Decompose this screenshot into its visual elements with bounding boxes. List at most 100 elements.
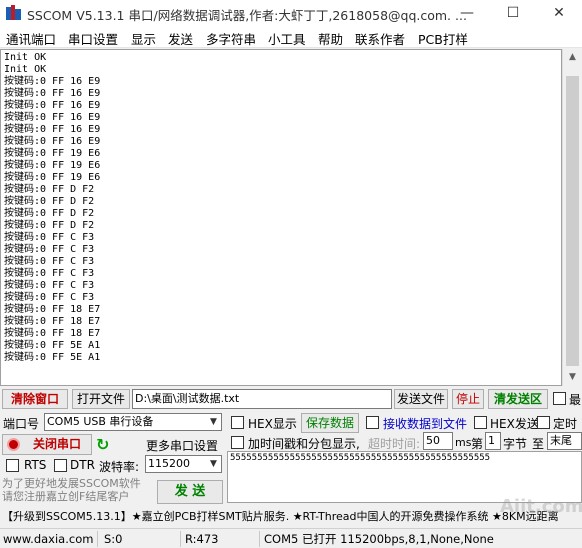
baud-value: 115200 <box>148 457 190 470</box>
menu-serial-settings[interactable]: 串口设置 <box>68 29 118 48</box>
timed-send-checkbox[interactable] <box>537 416 550 429</box>
maximize-button[interactable]: ☐ <box>490 0 536 26</box>
console-line: 按键码:0 FF 18 E7 <box>4 316 101 327</box>
timed-send-label: 定时 <box>553 417 578 431</box>
byte-label: 字节 <box>503 437 528 451</box>
console-text: Init OK Init OK 按键码:0 FF 16 E9 按键码:0 FF 16 … <box>4 52 100 364</box>
hex-send-label: HEX发送 <box>490 417 539 431</box>
menu-pcb[interactable]: PCB打样 <box>418 29 468 48</box>
rts-label: RTS <box>24 458 47 472</box>
chevron-down-icon: ▼ <box>210 459 217 469</box>
console-line: 按键码:0 FF 16 E9 <box>4 112 101 123</box>
hex-display-label: HEX显示 <box>248 417 297 431</box>
promo-bar-text: 【升级到SSCOM5.13.1】★嘉立创PCB打样SMT贴片服务. ★RT-Th… <box>2 510 559 523</box>
console-line: 按键码:0 FF 19 E6 <box>4 148 101 159</box>
file-path-input[interactable]: D:\桌面\测试数据.txt <box>132 389 392 409</box>
recv-to-file-label: 接收数据到文件 <box>383 417 468 431</box>
open-file-button[interactable]: 打开文件 <box>72 389 130 409</box>
chevron-down-icon: ▼ <box>210 417 217 427</box>
console-line: 按键码:0 FF 19 E6 <box>4 160 101 171</box>
scroll-up-icon[interactable]: ▲ <box>563 49 582 66</box>
menu-help[interactable]: 帮助 <box>318 29 343 48</box>
status-received: R:473 <box>182 531 260 547</box>
status-website[interactable]: www.daxia.com <box>0 531 98 547</box>
timestamp-label: 加时间戳和分包显示, <box>248 437 360 451</box>
clear-window-button[interactable]: 清除窗口 <box>2 389 68 409</box>
receive-console[interactable]: Init OK Init OK 按键码:0 FF 16 E9 按键码:0 FF 16 … <box>0 49 562 386</box>
console-line: 按键码:0 FF C F3 <box>4 292 95 303</box>
title-bar: SSCOM V5.13.1 串口/网络数据调试器,作者:大虾丁丁,2618058… <box>0 0 582 26</box>
save-data-button[interactable]: 保存数据 <box>301 413 359 433</box>
menu-contact[interactable]: 联系作者 <box>355 29 405 48</box>
refresh-icon[interactable]: ↻ <box>96 435 109 454</box>
last-checkbox[interactable] <box>553 392 566 405</box>
app-icon <box>6 5 21 20</box>
console-line: 按键码:0 FF D F2 <box>4 208 95 219</box>
console-line: Init OK <box>4 52 47 63</box>
send-button[interactable]: 发 送 <box>157 480 223 504</box>
console-line: 按键码:0 FF 5E A1 <box>4 340 101 351</box>
console-line: 按键码:0 FF 18 E7 <box>4 328 101 339</box>
menu-bar: 通讯端口 串口设置 显示 发送 多字符串 小工具 帮助 联系作者 PCB打样 <box>0 26 582 48</box>
status-port: COM5 已打开 115200bps,8,1,None,None <box>264 532 494 546</box>
console-line: 按键码:0 FF 19 E6 <box>4 172 101 183</box>
rts-checkbox[interactable] <box>6 459 19 472</box>
close-port-button[interactable]: 关闭串口 <box>2 434 92 455</box>
console-line: 按键码:0 FF 16 E9 <box>4 124 101 135</box>
console-line: 按键码:0 FF 16 E9 <box>4 88 101 99</box>
window-title: SSCOM V5.13.1 串口/网络数据调试器,作者:大虾丁丁,2618058… <box>27 8 467 23</box>
console-line: Init OK <box>4 64 47 75</box>
dtr-label: DTR <box>70 458 95 472</box>
port-status-icon <box>7 438 20 451</box>
promo-bar[interactable]: 【升级到SSCOM5.13.1】★嘉立创PCB打样SMT贴片服务. ★RT-Th… <box>0 508 582 526</box>
console-scrollbar[interactable]: ▲ ▼ <box>562 49 582 386</box>
nth-label: 第 <box>471 437 484 451</box>
menu-multi-string[interactable]: 多字符串 <box>206 29 256 48</box>
watermark: Aiit.com <box>500 496 582 517</box>
port-select[interactable]: COM5 USB 串行设备 ▼ <box>44 413 222 431</box>
minimize-button[interactable]: — <box>444 0 490 26</box>
recv-to-file-checkbox[interactable] <box>366 416 379 429</box>
close-button[interactable]: ✕ <box>536 0 582 26</box>
baud-select[interactable]: 115200 ▼ <box>145 455 222 473</box>
console-line: 按键码:0 FF 16 E9 <box>4 76 101 87</box>
console-line: 按键码:0 FF 5E A1 <box>4 352 101 363</box>
scroll-down-icon[interactable]: ▼ <box>563 369 582 386</box>
console-line: 按键码:0 FF 18 E7 <box>4 304 101 315</box>
port-label: 端口号 <box>3 417 40 431</box>
end-select[interactable]: 末尾 <box>547 432 582 450</box>
clear-send-area-button[interactable]: 清发送区 <box>488 389 548 409</box>
send-file-button[interactable]: 发送文件 <box>394 389 448 409</box>
menu-send[interactable]: 发送 <box>168 29 193 48</box>
console-line: 按键码:0 FF C F3 <box>4 256 95 267</box>
timestamp-checkbox[interactable] <box>231 436 244 449</box>
last-label: 最 <box>569 393 582 407</box>
timeout-input[interactable]: 50 <box>423 432 453 450</box>
byte-index-input[interactable]: 1 <box>485 432 501 450</box>
to-label: 至 <box>532 437 545 451</box>
timeout-label: 超时时间: <box>368 437 421 451</box>
dtr-checkbox[interactable] <box>54 459 67 472</box>
ms-label: ms <box>455 436 472 449</box>
console-line: 按键码:0 FF C F3 <box>4 268 95 279</box>
close-port-label: 关闭串口 <box>33 437 82 451</box>
hex-display-checkbox[interactable] <box>231 416 244 429</box>
console-line: 按键码:0 FF 16 E9 <box>4 136 101 147</box>
menu-display[interactable]: 显示 <box>131 29 156 48</box>
scroll-thumb[interactable] <box>566 76 579 366</box>
status-sent: S:0 <box>101 531 181 547</box>
port-value: COM5 USB 串行设备 <box>47 415 154 428</box>
menu-tools[interactable]: 小工具 <box>268 29 306 48</box>
console-line: 按键码:0 FF D F2 <box>4 220 95 231</box>
hex-send-checkbox[interactable] <box>474 416 487 429</box>
promo-text: 为了更好地发展SSCOM软件 请您注册嘉立创F结尾客户 <box>2 477 141 503</box>
console-line: 按键码:0 FF D F2 <box>4 184 95 195</box>
stop-button[interactable]: 停止 <box>452 389 484 409</box>
console-line: 按键码:0 FF C F3 <box>4 232 95 243</box>
console-line: 按键码:0 FF D F2 <box>4 196 95 207</box>
baud-label: 波特率: <box>99 460 140 474</box>
console-line: 按键码:0 FF C F3 <box>4 244 95 255</box>
status-bar: www.daxia.com S:0 R:473 COM5 已打开 115200b… <box>0 528 582 548</box>
more-settings-link[interactable]: 更多串口设置 <box>146 437 218 454</box>
menu-port[interactable]: 通讯端口 <box>6 29 56 48</box>
